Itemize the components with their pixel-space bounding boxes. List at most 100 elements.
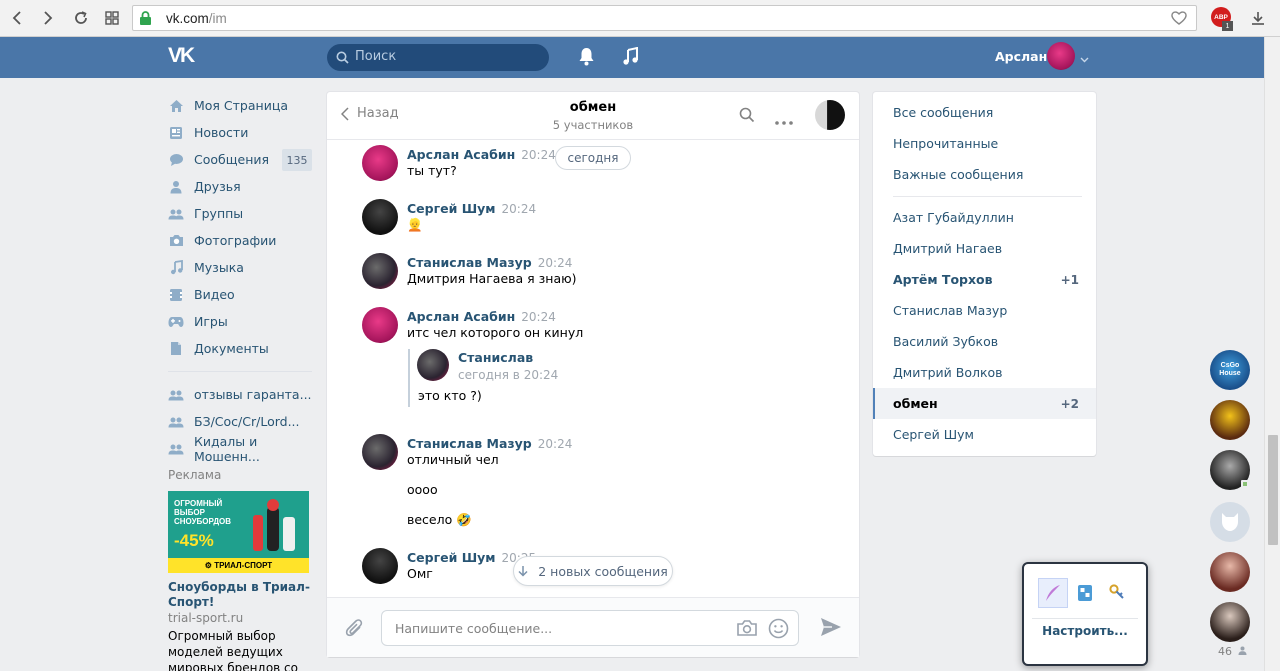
ad-banner[interactable]: ОГРОМНЫЙ ВЫБОР СНОУБОРДОВ -45% ⚙ ТРИАЛ-СПО… — [168, 491, 309, 573]
dialog-item[interactable]: Сергей Шум — [873, 419, 1096, 450]
chat-avatar[interactable] — [815, 100, 845, 130]
dialog-item[interactable]: Азат Губайдуллин — [873, 202, 1096, 233]
scrollbar-thumb[interactable] — [1268, 435, 1278, 545]
search-icon[interactable] — [739, 107, 755, 126]
message-author[interactable]: Арслан Асабин — [407, 147, 515, 162]
message-time: 20:24 — [537, 256, 573, 270]
translate-icon[interactable] — [1070, 578, 1100, 608]
messages-icon — [168, 152, 184, 168]
fast-chat-avatar[interactable] — [1210, 502, 1250, 542]
sidebar-item-photos[interactable]: Фотографии — [168, 227, 318, 254]
camera-icon[interactable] — [736, 619, 758, 640]
dialog-item[interactable]: Дмитрий Нагаев — [873, 233, 1096, 264]
person-icon — [1238, 646, 1246, 655]
message-text: оооо — [407, 482, 438, 497]
messages-filter-menu: Все сообщения Непрочитанные Важные сообщ… — [873, 92, 1096, 456]
sidebar-item-news[interactable]: Новости — [168, 119, 318, 146]
message-author[interactable]: Сергей Шум — [407, 201, 496, 216]
sidebar-item-my-page[interactable]: Моя Страница — [168, 92, 318, 119]
online-friends-count[interactable]: 46 — [1218, 645, 1247, 658]
dialog-item[interactable]: Станислав Мазур — [873, 295, 1096, 326]
message-text: весело 🤣 — [407, 512, 472, 527]
message-composer: Напишите сообщение... — [327, 597, 859, 657]
fast-chat-avatar[interactable] — [1210, 552, 1250, 592]
search-input[interactable]: Поиск — [327, 44, 549, 71]
message-author[interactable]: Арслан Асабин — [407, 309, 515, 324]
music-note-icon[interactable] — [622, 46, 639, 69]
message-text: итс чел которого он кинул — [407, 325, 584, 340]
avatar[interactable] — [362, 307, 398, 343]
avatar[interactable] — [362, 145, 398, 181]
feather-icon[interactable] — [1038, 578, 1068, 608]
sidebar-item-video[interactable]: Видео — [168, 281, 318, 308]
chevron-down-icon[interactable] — [1080, 51, 1089, 66]
message-text: 👱 — [407, 217, 423, 232]
search-placeholder: Поиск — [355, 49, 397, 64]
back-arrow-icon[interactable] — [7, 8, 27, 28]
avatar[interactable] — [417, 349, 449, 381]
new-messages-button[interactable]: 2 новых сообщения — [513, 556, 673, 586]
fast-chat-column: CsGo House 46 — [1201, 342, 1259, 671]
site-header: VK Поиск Арслан — [0, 37, 1280, 78]
paperclip-icon[interactable] — [345, 618, 365, 643]
download-icon[interactable] — [1248, 8, 1268, 28]
messages-counter: 135 — [282, 149, 312, 171]
forwarded-text: это кто ?) — [418, 388, 482, 403]
dialog-item[interactable]: Василий Зубков — [873, 326, 1096, 357]
more-dots-icon[interactable] — [775, 113, 793, 128]
avatar[interactable] — [362, 253, 398, 289]
filter-important[interactable]: Важные сообщения — [873, 159, 1096, 190]
message-time: 20:24 — [501, 202, 537, 216]
send-icon[interactable] — [820, 617, 842, 640]
search-icon — [336, 51, 349, 67]
key-icon[interactable] — [1102, 578, 1132, 608]
address-bar[interactable]: vk.com/im — [132, 5, 1197, 31]
sidebar-item-messages[interactable]: Сообщения 135 — [168, 146, 318, 173]
avatar[interactable] — [362, 548, 398, 584]
date-divider: сегодня — [555, 146, 631, 170]
vk-logo[interactable]: VK — [168, 44, 200, 70]
filter-all-messages[interactable]: Все сообщения — [873, 97, 1096, 128]
sidebar-item-groups[interactable]: Группы — [168, 200, 318, 227]
reload-icon[interactable] — [71, 8, 91, 28]
filter-unread[interactable]: Непрочитанные — [873, 128, 1096, 159]
ad-heading: Реклама — [168, 468, 222, 482]
dialog-item[interactable]: Дмитрий Волков — [873, 357, 1096, 388]
avatar[interactable] — [362, 199, 398, 235]
message-text: Дмитрия Нагаева я знаю) — [407, 271, 577, 286]
message-author[interactable]: Сергей Шум — [407, 550, 496, 565]
friend-icon — [168, 179, 184, 195]
configure-button[interactable]: Настроить... — [1024, 624, 1146, 638]
sidebar-item-music[interactable]: Музыка — [168, 254, 318, 281]
message-input[interactable]: Напишите сообщение... — [381, 610, 799, 646]
chat-header: Назад обмен 5 участников — [327, 92, 859, 140]
ad-banner-text: ОГРОМНЫЙ ВЫБОР СНОУБОРДОВ — [174, 499, 232, 526]
page-scrollbar[interactable] — [1264, 37, 1280, 671]
fast-chat-avatar[interactable] — [1210, 602, 1250, 642]
header-avatar[interactable] — [1047, 42, 1075, 70]
sidebar-item-group-3[interactable]: Кидалы и Мошенн... — [168, 434, 318, 464]
sidebar-item-documents[interactable]: Документы — [168, 335, 318, 362]
sidebar-item-group-1[interactable]: отзывы гаранта... — [168, 381, 318, 408]
smile-icon[interactable] — [768, 618, 789, 642]
message-text: Омг — [407, 566, 433, 581]
fast-chat-avatar[interactable] — [1210, 400, 1250, 440]
forwarded-author[interactable]: Станислав — [458, 350, 533, 365]
avatar[interactable] — [362, 434, 398, 470]
message-text: ты тут? — [407, 163, 457, 178]
message-author[interactable]: Станислав Мазур — [407, 255, 532, 270]
sidebar-item-friends[interactable]: Друзья — [168, 173, 318, 200]
ad-title[interactable]: Сноуборды в Триал-Спорт! — [168, 580, 318, 610]
dialog-item-selected[interactable]: обмен +2 — [873, 388, 1096, 419]
dialog-item[interactable]: Артём Торхов +1 — [873, 264, 1096, 295]
header-user-name[interactable]: Арслан — [995, 49, 1047, 64]
tabs-grid-icon[interactable] — [102, 8, 122, 28]
sidebar-item-group-2[interactable]: БЗ/Coc/Cr/Lord... — [168, 408, 318, 435]
sidebar-item-games[interactable]: Игры — [168, 308, 318, 335]
message-author[interactable]: Станислав Мазур — [407, 436, 532, 451]
heart-icon[interactable] — [1170, 9, 1188, 30]
forwarded-time: сегодня в 20:24 — [458, 368, 559, 382]
forward-arrow-icon[interactable] — [38, 8, 58, 28]
fast-chat-avatar[interactable]: CsGo House — [1210, 350, 1250, 390]
bell-icon[interactable] — [578, 47, 595, 69]
